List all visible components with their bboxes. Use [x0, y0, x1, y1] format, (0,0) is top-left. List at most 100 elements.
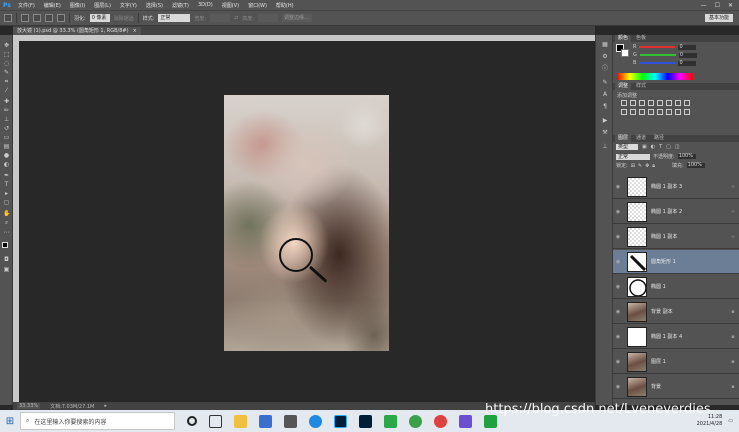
layer-name[interactable]: 椭圆 1 副本 4 — [651, 333, 727, 340]
green-value-input[interactable]: 0 — [678, 52, 697, 58]
menu-help[interactable]: 帮助(H) — [276, 2, 294, 9]
tab-swatches[interactable]: 色板 — [633, 35, 649, 42]
menu-view[interactable]: 视图(V) — [222, 2, 239, 9]
subtract-selection-icon[interactable] — [45, 14, 53, 22]
healing-brush-tool-icon[interactable]: ✚ — [3, 99, 10, 105]
zoom-tool-icon[interactable]: ⌕ — [3, 220, 10, 226]
tab-layers[interactable]: 图层 — [615, 135, 632, 142]
channel-mixer-icon[interactable] — [630, 109, 636, 115]
path-select-tool-icon[interactable]: ▸ — [3, 191, 10, 197]
layer-row[interactable]: ◉ 椭圆 1 副本 ∞ — [613, 225, 739, 249]
shape-tool-icon[interactable]: ▢ — [3, 200, 10, 206]
more-tools-icon[interactable]: ⋯ — [3, 230, 10, 236]
filter-shape-icon[interactable]: ▢ — [666, 144, 671, 150]
wechat-icon[interactable] — [409, 414, 422, 428]
menu-layer[interactable]: 图层(L) — [94, 2, 111, 9]
windows-start-icon[interactable]: ⊞ — [0, 410, 20, 432]
layer-name[interactable]: 背景 — [651, 383, 727, 390]
selective-color-icon[interactable] — [684, 109, 690, 115]
visibility-eye-icon[interactable]: ◉ — [613, 359, 623, 365]
levels-icon[interactable] — [630, 100, 636, 106]
layer-row[interactable]: ◉ 背景 ▪ — [613, 375, 739, 399]
history-brush-tool-icon[interactable]: ↺ — [3, 126, 10, 132]
menu-type[interactable]: 文字(Y) — [120, 2, 137, 9]
file-explorer-icon[interactable] — [234, 414, 247, 428]
menu-select[interactable]: 选择(S) — [146, 2, 163, 9]
visibility-eye-icon[interactable]: ◉ — [613, 334, 623, 340]
tab-color[interactable]: 颜色 — [615, 35, 632, 42]
notification-icon[interactable]: ▭ — [728, 418, 733, 424]
close-button[interactable]: ✕ — [728, 2, 733, 9]
gradient-map-icon[interactable] — [675, 109, 681, 115]
layer-row[interactable]: ◉ 背景 副本 ▪ — [613, 300, 739, 324]
photo-filter-icon[interactable] — [621, 109, 627, 115]
document-tab[interactable]: 放大镜 (1).psd @ 33.3% (圆角矩形 1, RGB/8#) × — [13, 27, 141, 35]
brush-tool-icon[interactable]: ✏ — [3, 108, 10, 114]
visibility-eye-icon[interactable]: ◉ — [613, 259, 623, 265]
brush-panel-icon[interactable]: ✎ — [601, 79, 609, 86]
menu-filter[interactable]: 滤镜(T) — [172, 2, 189, 9]
taskbar-search-box[interactable]: ⌕ 在这里输入你要搜索的内容 — [20, 412, 175, 430]
layer-row[interactable]: ◉ 椭圆 1 — [613, 275, 739, 299]
history-panel-icon[interactable]: ▦ — [601, 41, 609, 48]
lasso-tool-icon[interactable]: ◌ — [3, 61, 10, 67]
clone-source-panel-icon[interactable]: ⊥ — [601, 143, 609, 150]
menu-edit[interactable]: 编辑(E) — [44, 2, 61, 9]
magnifier-lens-shape[interactable] — [279, 238, 313, 272]
clone-stamp-tool-icon[interactable]: ⊥ — [3, 117, 10, 123]
crop-tool-icon[interactable]: ⌗ — [3, 79, 10, 85]
canvas-area[interactable] — [19, 41, 595, 402]
filter-smart-icon[interactable]: ◫ — [675, 144, 680, 150]
height-input[interactable] — [257, 14, 278, 22]
tool-presets-panel-icon[interactable]: ⚒ — [601, 129, 609, 136]
filter-type-icon[interactable]: T — [659, 144, 662, 150]
properties-panel-icon[interactable]: ⚙ — [601, 53, 609, 60]
menu-3d[interactable]: 3D(D) — [198, 2, 213, 8]
threshold-icon[interactable] — [666, 109, 672, 115]
task-view-icon[interactable] — [209, 414, 222, 428]
opacity-input[interactable]: 100% — [677, 154, 696, 159]
menu-window[interactable]: 窗口(W) — [248, 2, 267, 9]
refine-edge-button[interactable]: 调整边缘... — [281, 14, 312, 22]
tab-styles[interactable]: 样式 — [633, 83, 649, 90]
zoom-level[interactable]: 33.33% — [17, 403, 41, 409]
invert-icon[interactable] — [648, 109, 654, 115]
hand-tool-icon[interactable]: ✋ — [3, 211, 10, 217]
color-balance-icon[interactable] — [675, 100, 681, 106]
dodge-tool-icon[interactable]: ◐ — [3, 162, 10, 168]
paragraph-panel-icon[interactable]: ¶ — [601, 103, 609, 110]
type-tool-icon[interactable]: T — [3, 182, 10, 188]
visibility-eye-icon[interactable]: ◉ — [613, 184, 623, 190]
blend-mode-select[interactable]: 正常 — [616, 153, 650, 160]
chrome-icon[interactable] — [434, 414, 447, 428]
width-input[interactable] — [210, 14, 231, 22]
lock-all-icon[interactable]: 🔒︎ — [652, 163, 655, 169]
visibility-eye-icon[interactable]: ◉ — [613, 284, 623, 290]
visibility-eye-icon[interactable]: ◉ — [613, 384, 623, 390]
layer-row[interactable]: ◉ 椭圆 1 副本 2 ∞ — [613, 200, 739, 224]
lock-position-icon[interactable]: ✥ — [645, 163, 649, 169]
intersect-selection-icon[interactable] — [57, 14, 65, 22]
layer-kind-select[interactable]: 类型 — [616, 144, 638, 150]
eraser-tool-icon[interactable]: ▭ — [3, 135, 10, 141]
lock-pixels-icon[interactable]: ✎ — [638, 163, 642, 169]
filter-adjust-icon[interactable]: ◐ — [651, 144, 655, 150]
character-panel-icon[interactable]: A — [601, 91, 609, 98]
layer-row[interactable]: ◉ 图层 1 ▪ — [613, 350, 739, 374]
lock-transparent-icon[interactable]: ⊞ — [631, 163, 635, 169]
color-spectrum[interactable] — [617, 73, 693, 80]
color-lookup-icon[interactable] — [639, 109, 645, 115]
tab-adjustments[interactable]: 调整 — [615, 83, 632, 90]
photoshop-taskbar-icon[interactable] — [334, 414, 347, 428]
layer-name[interactable]: 椭圆 1 副本 — [651, 233, 727, 240]
new-selection-icon[interactable] — [21, 14, 29, 22]
document-image[interactable] — [224, 95, 389, 351]
eyedropper-tool-icon[interactable]: ⁄ — [3, 88, 10, 94]
move-tool-icon[interactable]: ✥ — [3, 43, 10, 49]
blue-slider[interactable] — [639, 62, 676, 64]
quick-select-tool-icon[interactable]: ✎ — [3, 70, 10, 76]
hue-saturation-icon[interactable] — [666, 100, 672, 106]
document-info[interactable]: 文档:7.03M/27.1M — [50, 403, 94, 410]
vpn-app-icon[interactable] — [459, 414, 472, 428]
edge-browser-icon[interactable] — [309, 414, 322, 428]
